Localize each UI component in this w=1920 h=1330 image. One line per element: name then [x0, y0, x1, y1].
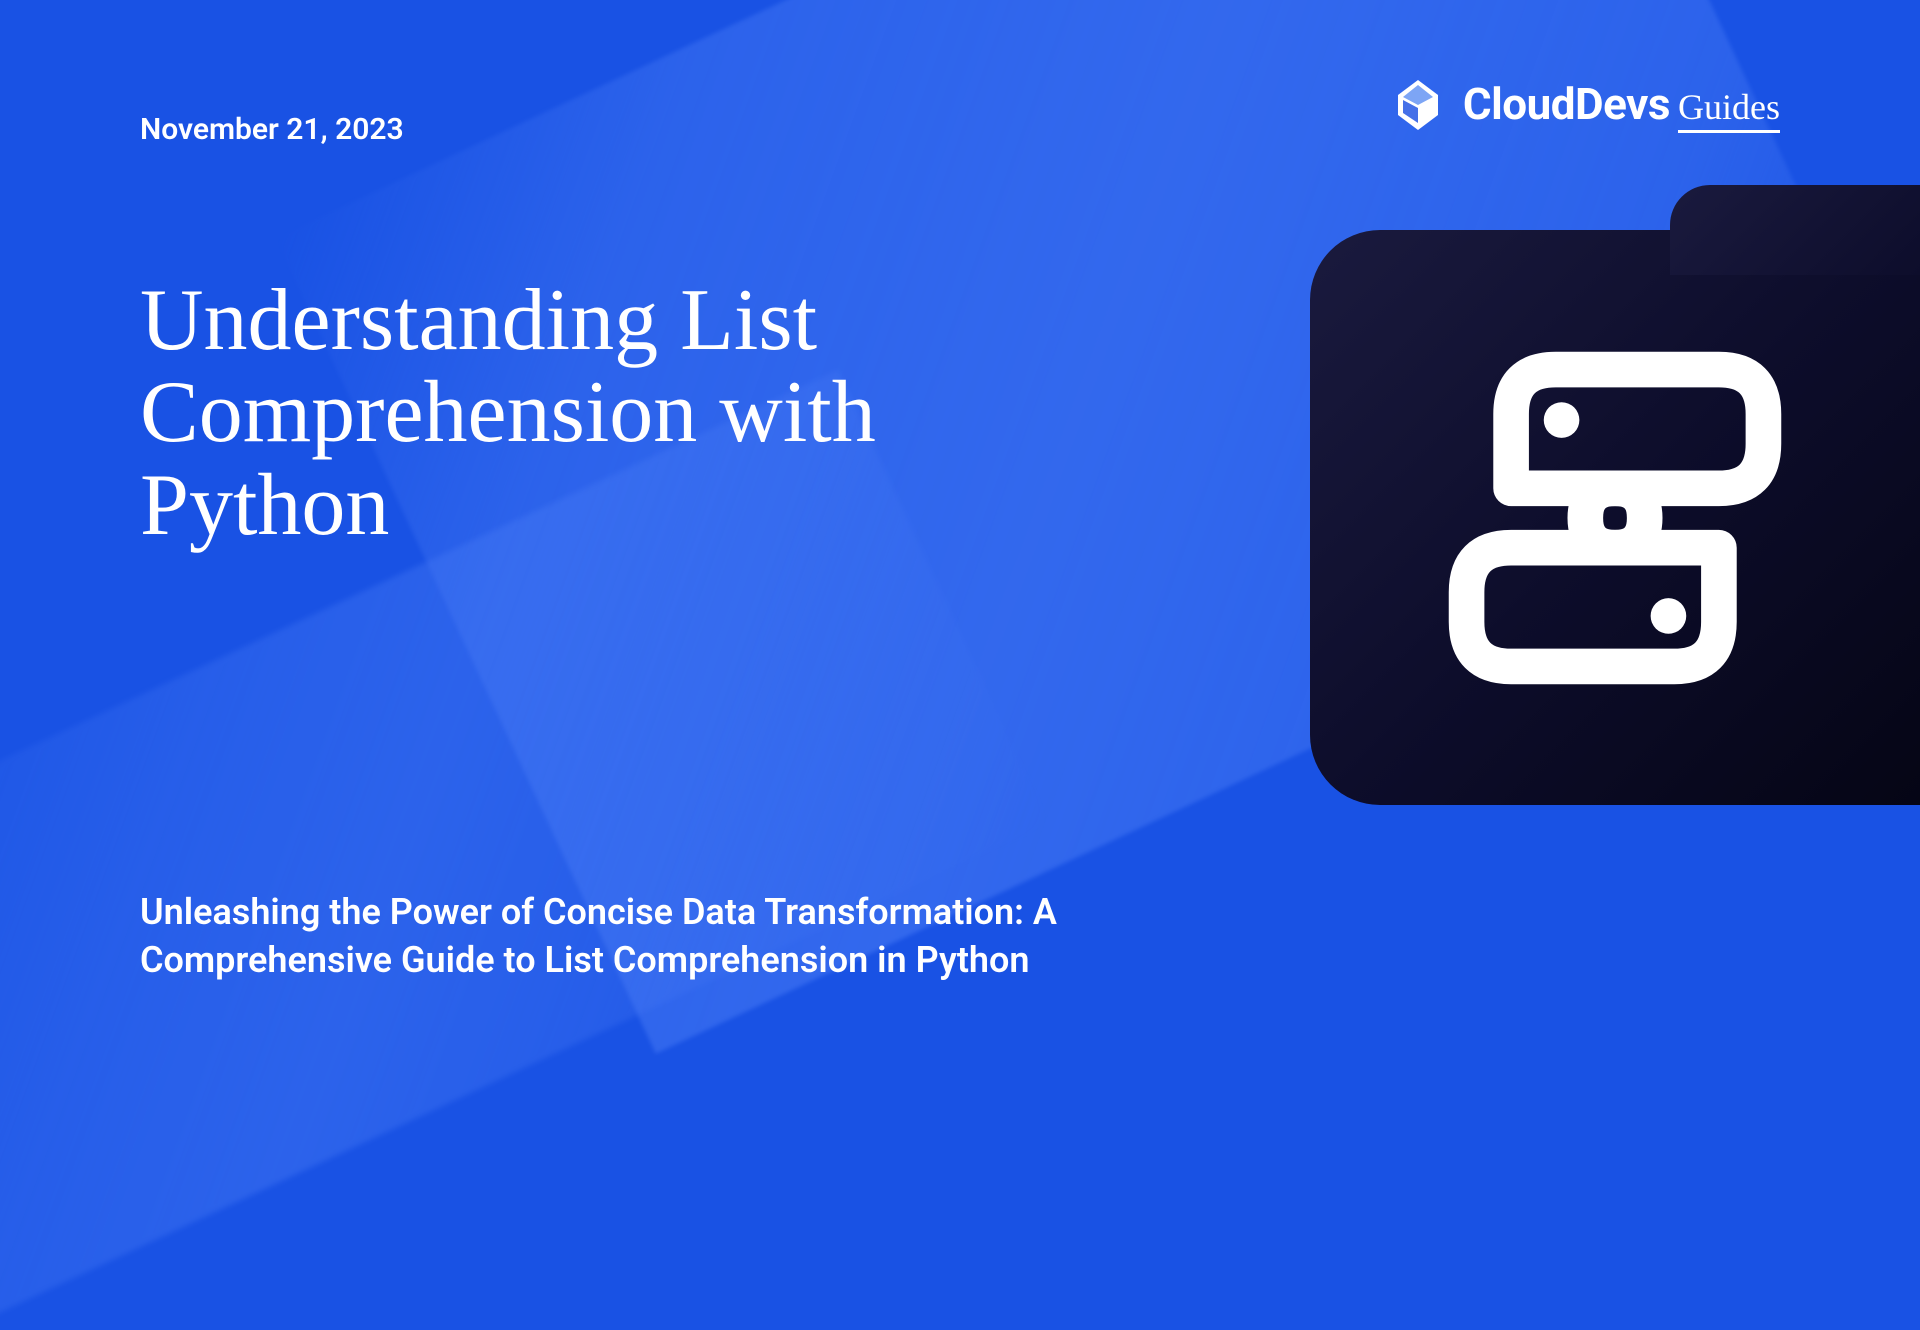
clouddevs-logo-icon: [1388, 75, 1448, 135]
page-title: Understanding List Comprehension with Py…: [140, 275, 1090, 552]
brand-logo: CloudDevs Guides: [1388, 75, 1780, 135]
logo-brand-name: CloudDevs: [1463, 78, 1670, 130]
logo-suffix: Guides: [1678, 86, 1780, 133]
logo-text-container: CloudDevs Guides: [1463, 78, 1780, 133]
python-badge: [1310, 230, 1920, 805]
python-icon: [1425, 328, 1805, 708]
publish-date: November 21, 2023: [140, 112, 404, 147]
page-subtitle: Unleashing the Power of Concise Data Tra…: [140, 888, 1240, 985]
